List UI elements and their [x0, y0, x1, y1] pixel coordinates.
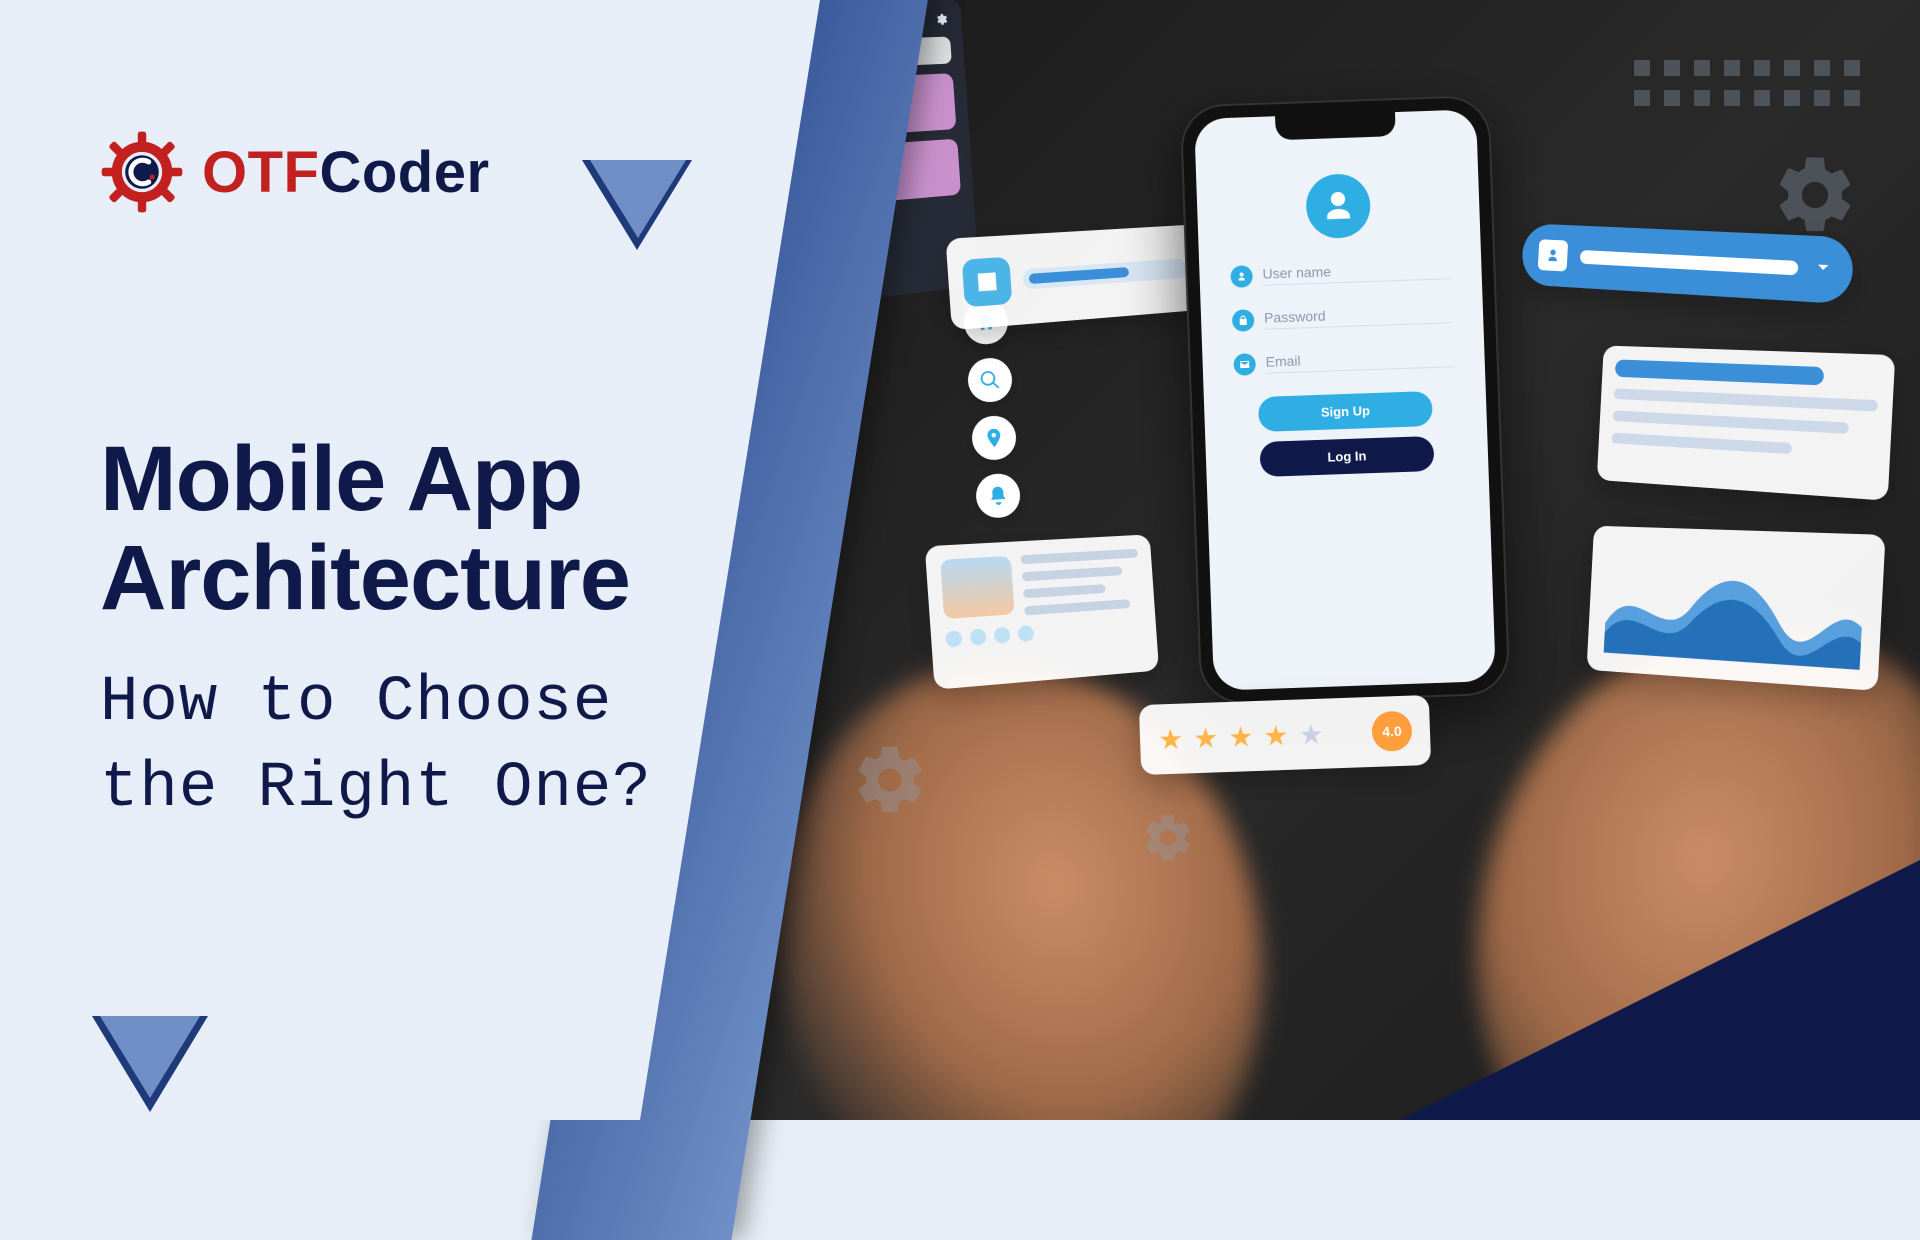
pill-bar — [1580, 250, 1799, 275]
star-icon: ★ — [1298, 717, 1324, 751]
subhead-line2: the Right One? — [100, 746, 652, 832]
field-label: User name — [1262, 259, 1451, 286]
avatar-icon — [1305, 173, 1371, 239]
wave-chart-icon — [1604, 544, 1866, 671]
star-icon: ★ — [1228, 720, 1254, 754]
card-list — [1597, 345, 1896, 500]
phone-mockup: User name Password Email Sign Up Log In — [1180, 95, 1511, 705]
field-password: Password — [1232, 302, 1453, 332]
logo-text-b: Coder — [319, 140, 489, 205]
logo-text-a: OTF — [202, 140, 319, 205]
triangle-accent — [590, 160, 686, 238]
text-lines — [1020, 549, 1141, 616]
dot-row — [945, 617, 1143, 648]
gear-icon — [1140, 810, 1196, 866]
field-email: Email — [1233, 346, 1454, 376]
card-rating: ★ ★ ★ ★ ★ 4.0 — [1139, 695, 1431, 775]
triangle-accent — [100, 1016, 200, 1098]
field-username: User name — [1230, 258, 1451, 288]
subhead-line1: How to Choose — [100, 660, 652, 746]
card-image-text — [925, 534, 1159, 689]
phone-screen: User name Password Email Sign Up Log In — [1194, 109, 1496, 690]
gear-icon — [850, 740, 930, 820]
side-icon-stack — [962, 299, 1021, 520]
thumbnail — [940, 556, 1015, 619]
headline: Mobile App Architecture — [100, 430, 630, 629]
star-icon: ★ — [1193, 721, 1219, 755]
card-pill — [1521, 223, 1854, 304]
lock-icon — [1232, 309, 1255, 332]
signup-button: Sign Up — [1257, 391, 1433, 432]
field-label: Email — [1265, 347, 1454, 374]
settings-icon — [934, 11, 949, 27]
logo-text: OTFCoder — [202, 139, 490, 206]
user-icon — [1230, 265, 1253, 288]
star-icon: ★ — [1158, 722, 1184, 756]
chevron-down-icon — [1812, 256, 1834, 283]
logo: OTFCoder — [100, 130, 490, 214]
pin-icon — [971, 414, 1018, 461]
field-label: Password — [1264, 303, 1453, 330]
login-button: Log In — [1259, 436, 1435, 477]
card-chart — [1587, 526, 1886, 691]
mail-icon — [1233, 353, 1256, 376]
phone-notch — [1275, 112, 1396, 140]
progress-bar — [1022, 258, 1187, 289]
headline-line2: Architecture — [100, 529, 630, 628]
banner-canvas: Profile — [0, 0, 1920, 1120]
gear-icon — [1770, 150, 1860, 240]
bell-icon — [975, 472, 1022, 519]
logo-gear-icon — [100, 130, 184, 214]
headline-line1: Mobile App — [100, 430, 630, 529]
star-icon: ★ — [1263, 718, 1289, 752]
search-icon — [966, 357, 1013, 404]
dots-pattern — [1634, 60, 1860, 106]
user-icon — [1538, 239, 1568, 271]
image-icon — [962, 257, 1013, 308]
subhead: How to Choose the Right One? — [100, 660, 652, 833]
rating-badge: 4.0 — [1371, 711, 1412, 752]
